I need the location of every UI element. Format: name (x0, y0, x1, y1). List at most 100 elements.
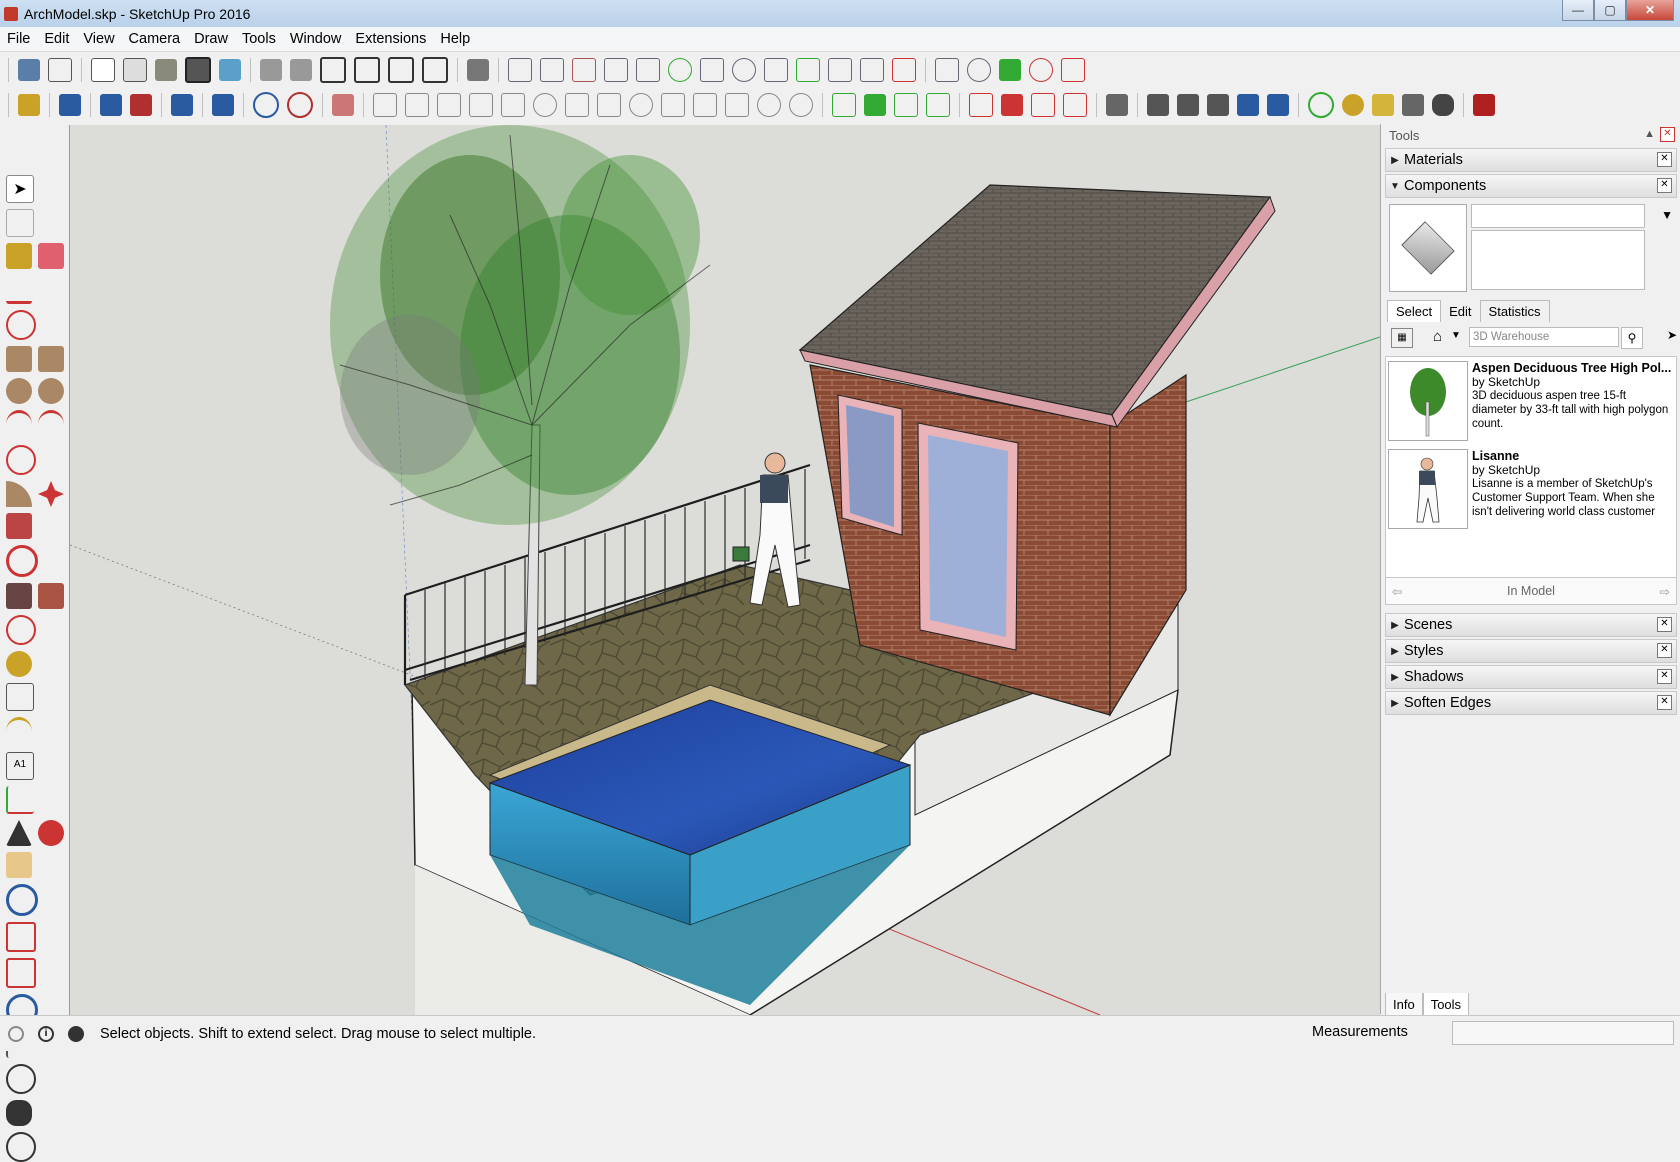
front-view-icon[interactable] (320, 57, 346, 83)
rectangle-icon[interactable] (6, 346, 32, 372)
freehand-icon[interactable] (6, 310, 36, 340)
extension-icon-7[interactable] (332, 94, 354, 116)
close-icon[interactable]: ✕ (1660, 127, 1675, 142)
close-tray-icon[interactable]: ✕ (1657, 152, 1672, 167)
look-around-icon[interactable] (6, 1064, 36, 1094)
shape-icon-2[interactable] (732, 58, 756, 82)
arc-icon[interactable] (6, 410, 32, 439)
shape-icon-5[interactable] (828, 58, 852, 82)
tab-tools[interactable]: Tools (1422, 993, 1470, 1017)
shape-icon-8[interactable] (935, 58, 959, 82)
solid-icon-1[interactable] (373, 93, 397, 117)
component-name-field[interactable] (1471, 204, 1645, 228)
tray-styles[interactable]: ▶ Styles ✕ (1385, 639, 1677, 663)
menu-camera[interactable]: Camera (122, 31, 188, 47)
close-tray-icon[interactable]: ✕ (1657, 643, 1672, 658)
solid-tools-icon-5[interactable] (969, 93, 993, 117)
tray-soften-edges[interactable]: ▶ Soften Edges ✕ (1385, 691, 1677, 715)
extension-icon-2[interactable] (59, 94, 81, 116)
layer-icon-4[interactable] (1207, 94, 1229, 116)
three-point-arc-icon[interactable] (6, 445, 36, 475)
model-viewport[interactable] (69, 125, 1380, 1015)
undo-icon[interactable] (253, 92, 279, 118)
tray-shadows[interactable]: ▶ Shadows ✕ (1385, 665, 1677, 689)
wireframe-style-icon[interactable] (48, 58, 72, 82)
zoom-icon[interactable] (6, 884, 38, 916)
ruby-console-icon[interactable] (1473, 94, 1495, 116)
geolocation-icon[interactable] (8, 1025, 24, 1042)
close-tray-icon[interactable]: ✕ (1657, 617, 1672, 632)
menu-extensions[interactable]: Extensions (348, 31, 433, 47)
extension-icon-3[interactable] (100, 94, 122, 116)
measurements-input[interactable] (1452, 1021, 1674, 1045)
menu-edit[interactable]: Edit (37, 31, 76, 47)
list-item[interactable]: Aspen Deciduous Tree High Pol... by Sket… (1386, 357, 1676, 445)
dimension-icon[interactable] (6, 683, 34, 711)
left-view-icon[interactable] (422, 57, 448, 83)
sandbox-icon-5[interactable] (636, 58, 660, 82)
pan-icon[interactable] (6, 852, 32, 878)
zoom-window-icon[interactable] (6, 922, 36, 952)
menu-help[interactable]: Help (433, 31, 477, 47)
close-window-button[interactable]: ✕ (1626, 0, 1674, 21)
solid-icon-9[interactable] (629, 93, 653, 117)
solid-tools-icon-4[interactable] (926, 93, 950, 117)
fog-icon[interactable] (1372, 94, 1394, 116)
extension-icon-1[interactable] (18, 94, 40, 116)
shape-icon-10[interactable] (1029, 58, 1053, 82)
section-plane-icon[interactable] (467, 59, 489, 81)
push-pull-icon[interactable] (6, 513, 32, 539)
menu-window[interactable]: Window (283, 31, 349, 47)
right-view-icon[interactable] (354, 57, 380, 83)
search-icon[interactable]: ⚲ (1621, 327, 1643, 349)
solid-tools-icon-6[interactable] (1001, 94, 1023, 116)
binoculars-icon[interactable] (1432, 94, 1454, 116)
circle-icon[interactable] (6, 378, 32, 404)
home-dropdown-icon[interactable]: ▼ (1451, 330, 1461, 341)
solid-icon-8[interactable] (597, 93, 621, 117)
sandbox-icon-4[interactable] (604, 58, 628, 82)
offset-icon[interactable] (6, 615, 36, 645)
xray-style-icon[interactable] (18, 59, 40, 81)
layer-icon-1[interactable] (1106, 94, 1128, 116)
monochrome-style-icon[interactable] (185, 57, 211, 83)
tray-materials[interactable]: ▶ Materials ✕ (1385, 148, 1677, 172)
back-view-icon[interactable] (388, 57, 414, 83)
solid-tools-icon-1[interactable] (832, 93, 856, 117)
sandbox-icon-3[interactable] (572, 58, 596, 82)
user-icon[interactable] (68, 1025, 84, 1042)
tab-edit[interactable]: Edit (1441, 301, 1479, 322)
layer-icon-2[interactable] (1147, 94, 1169, 116)
axes-icon[interactable] (6, 786, 34, 814)
solid-icon-5[interactable] (501, 93, 525, 117)
orbit-icon[interactable] (38, 820, 64, 846)
make-component-icon[interactable] (6, 209, 34, 237)
layer-icon-3[interactable] (1177, 94, 1199, 116)
solid-tools-icon-3[interactable] (894, 93, 918, 117)
shape-icon-9[interactable] (967, 58, 991, 82)
extension-icon-5[interactable] (171, 94, 193, 116)
list-item[interactable]: Lisanne by SketchUp Lisanne is a member … (1386, 445, 1676, 533)
geo-icon[interactable] (1308, 92, 1334, 118)
solid-icon-6[interactable] (533, 93, 557, 117)
rotate-icon[interactable] (6, 545, 38, 577)
shape-icon-11[interactable] (1061, 58, 1085, 82)
close-tray-icon[interactable]: ✕ (1657, 178, 1672, 193)
shape-icon-4[interactable] (796, 58, 820, 82)
home-icon[interactable]: ⌂ (1433, 328, 1451, 346)
menu-draw[interactable]: Draw (187, 31, 235, 47)
tray-scenes[interactable]: ▶ Scenes ✕ (1385, 613, 1677, 637)
text-icon[interactable]: A1 (6, 752, 34, 780)
shape-icon-6[interactable] (860, 58, 884, 82)
iso-view-icon[interactable] (260, 59, 282, 81)
3d-text-icon[interactable] (6, 820, 32, 846)
rotated-rectangle-icon[interactable] (38, 346, 64, 372)
solid-icon-13[interactable] (757, 93, 781, 117)
info-icon[interactable]: i (38, 1025, 54, 1042)
solid-tools-icon-8[interactable] (1063, 93, 1087, 117)
navigate-forward-icon[interactable]: ➤ (1667, 328, 1677, 342)
solid-icon-7[interactable] (565, 93, 589, 117)
xray-blue-style-icon[interactable] (219, 59, 241, 81)
layer-icon-5[interactable] (1237, 94, 1259, 116)
zoom-extents-icon[interactable] (6, 958, 36, 988)
